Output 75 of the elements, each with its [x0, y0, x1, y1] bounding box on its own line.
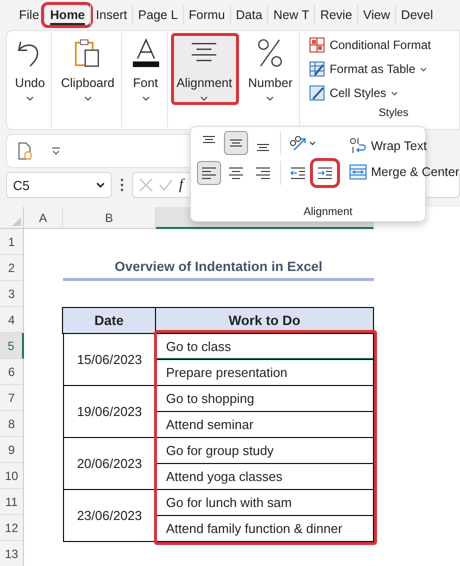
- ribbon-group-button[interactable]: Font: [124, 33, 168, 127]
- ribbon-group-button[interactable]: Alignment: [170, 33, 240, 105]
- ribbon-group-button[interactable]: Undo: [9, 33, 52, 127]
- wrap-text-icon: [349, 137, 367, 155]
- ribbon-tab[interactable]: Data: [230, 5, 268, 25]
- ribbon-group-button[interactable]: Clipboard: [55, 33, 122, 127]
- angled-arrow-icon: [289, 135, 317, 151]
- decrease-indent-icon: [290, 165, 306, 181]
- row-header[interactable]: 12: [0, 515, 24, 541]
- ribbon-tab[interactable]: Devel: [395, 5, 438, 25]
- table-header-cell: Date: [62, 307, 156, 334]
- ribbon-tab[interactable]: View: [357, 5, 396, 25]
- cell-brush-icon: [308, 85, 325, 101]
- align-left-icon: [201, 165, 217, 181]
- table-brush-icon: [308, 61, 325, 77]
- chevron-icon: [26, 96, 34, 101]
- alignment-button[interactable]: [224, 131, 248, 155]
- align-top-icon: [202, 136, 216, 142]
- ribbon-tab[interactable]: New T: [267, 5, 314, 25]
- row-header[interactable]: 3: [0, 281, 24, 307]
- styles-menu-button[interactable]: Conditional Format: [308, 33, 459, 57]
- cell-reference: C5: [13, 178, 30, 192]
- row-header[interactable]: 7: [0, 385, 24, 411]
- table-cell: 23/06/2023: [63, 489, 156, 542]
- check-icon[interactable]: [159, 178, 173, 192]
- column-header[interactable]: A: [24, 207, 63, 229]
- align-right-icon: [255, 165, 271, 181]
- styles-menu-button[interactable]: Cell Styles: [308, 81, 459, 105]
- chevron-icon: [142, 96, 150, 101]
- name-box[interactable]: C5: [6, 172, 112, 198]
- row-header[interactable]: 13: [0, 541, 24, 566]
- ribbon-tab[interactable]: File: [14, 5, 44, 25]
- row-header[interactable]: 10: [0, 463, 24, 489]
- column-header[interactable]: B: [63, 207, 156, 229]
- more-icon[interactable]: [120, 178, 124, 192]
- increase-indent-icon: [317, 165, 333, 181]
- font-color-icon: [130, 38, 161, 68]
- alignment-button[interactable]: [313, 161, 337, 185]
- row-header[interactable]: 8: [0, 411, 24, 437]
- chevron-icon: [96, 182, 105, 188]
- align-center-icon: [228, 165, 244, 181]
- row-header[interactable]: 9: [0, 437, 24, 463]
- group-label: Styles: [378, 107, 410, 119]
- row-header[interactable]: 4: [0, 307, 24, 333]
- wrap-text-button[interactable]: Wrap Text: [349, 137, 460, 155]
- chevron-icon: [391, 90, 398, 96]
- sheet-title: Overview of Indentation in Excel: [63, 255, 374, 281]
- customize-icon[interactable]: [51, 147, 61, 155]
- ribbon-tab[interactable]: Home: [44, 5, 90, 25]
- function-label[interactable]: f: [179, 176, 184, 194]
- document-icon: [17, 142, 33, 160]
- ribbon-tab[interactable]: Insert: [90, 5, 132, 25]
- chevron-icon: [266, 96, 274, 101]
- ribbon-tab[interactable]: Page L: [132, 5, 183, 25]
- merge-cells-icon: [349, 163, 367, 181]
- styles-menu-button[interactable]: Format as Table: [308, 57, 459, 81]
- triangle-icon: [12, 217, 21, 226]
- row-header[interactable]: 5: [0, 333, 24, 359]
- conditional-format-icon: [308, 37, 325, 53]
- row-header[interactable]: 6: [0, 359, 24, 385]
- row-header[interactable]: 11: [0, 489, 24, 515]
- table-cell: Go to class: [155, 333, 374, 360]
- row-header[interactable]: 1: [0, 229, 24, 255]
- alignment-button[interactable]: [197, 161, 221, 185]
- ribbon-tab[interactable]: Revie: [314, 5, 358, 25]
- table-cell: Attend family function & dinner: [155, 515, 374, 542]
- chevron-icon: [420, 66, 428, 72]
- merge-center-button[interactable]: Merge & Center: [349, 163, 460, 181]
- row-header[interactable]: 2: [0, 255, 24, 281]
- ribbon-tab[interactable]: Formu: [182, 5, 230, 25]
- group-label: Alignment: [302, 206, 354, 218]
- chevron-icon: [84, 96, 92, 101]
- align-bottom-icon: [256, 144, 270, 150]
- chevron-icon: [200, 96, 208, 101]
- table-cell: Prepare presentation: [155, 359, 374, 386]
